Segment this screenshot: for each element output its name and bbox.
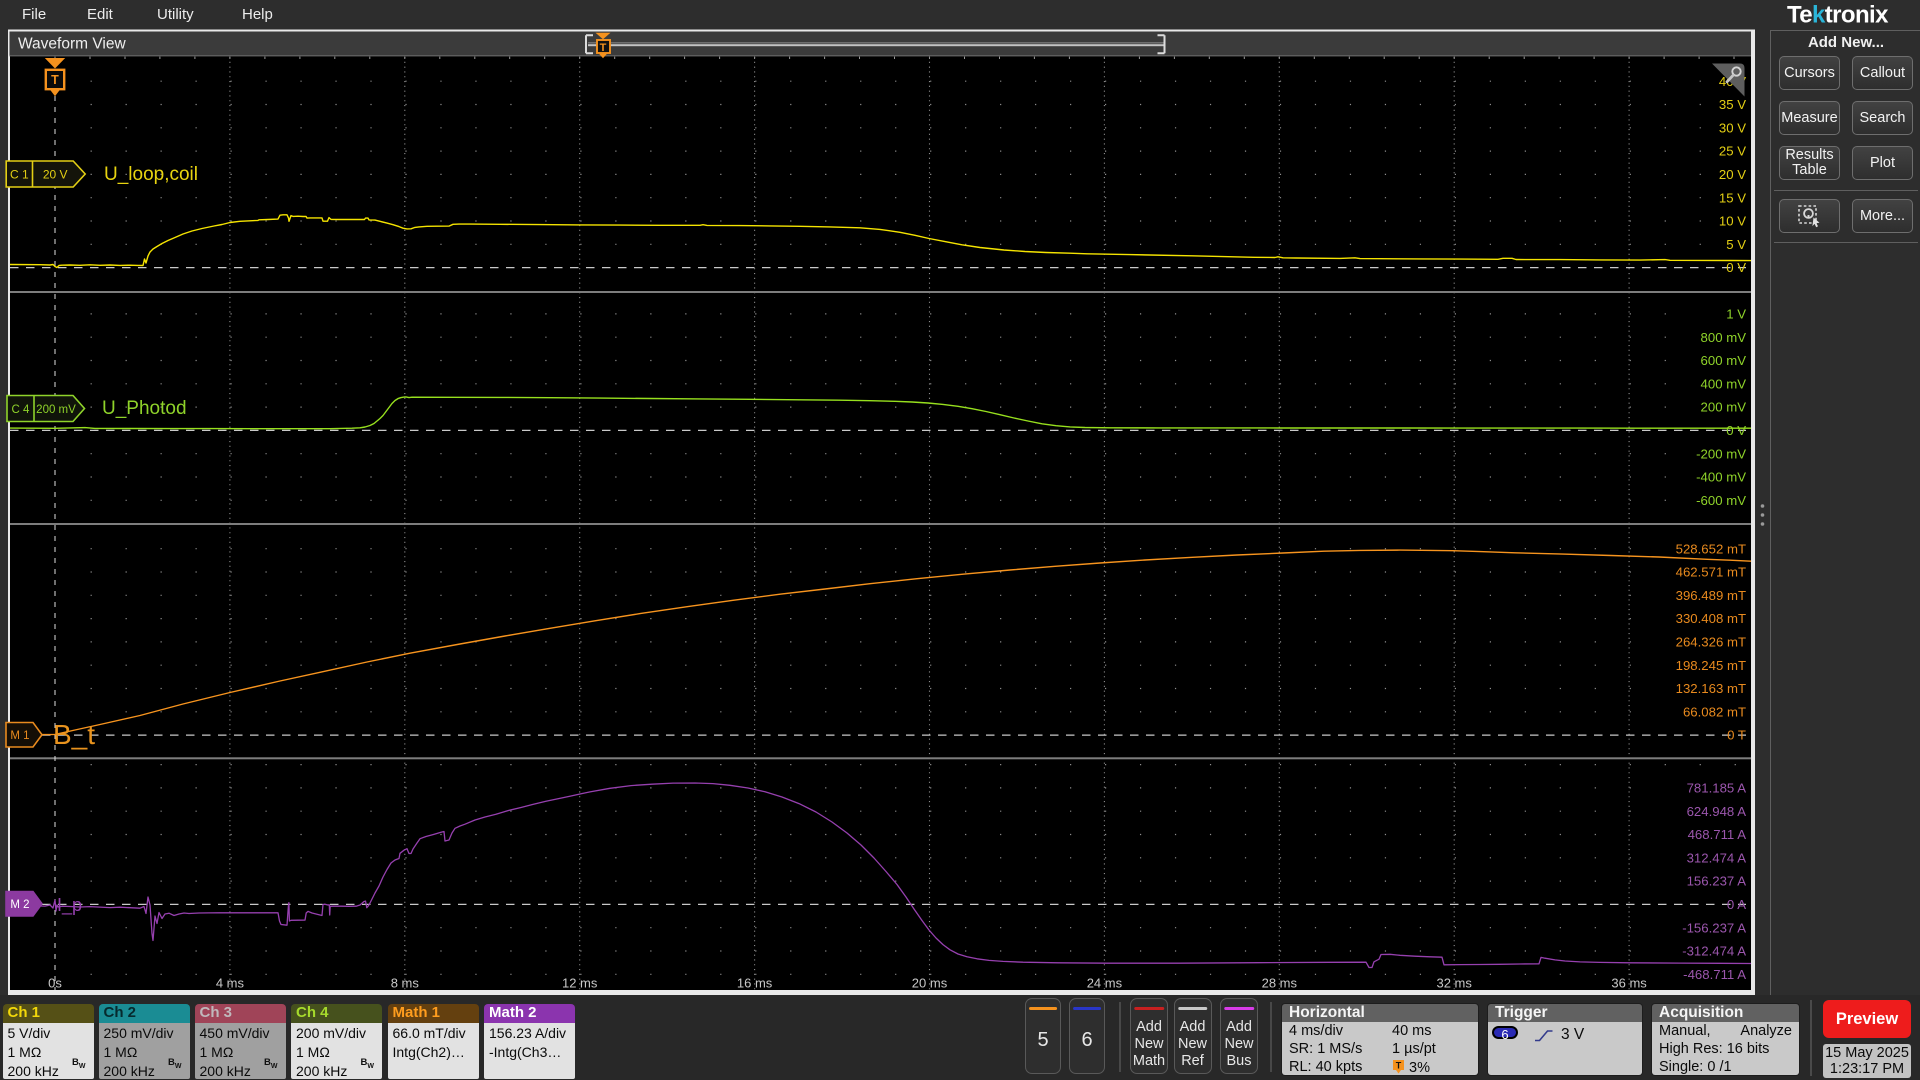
svg-text:800 mV: 800 mV xyxy=(1701,330,1747,345)
svg-text:I_p: I_p xyxy=(57,895,82,916)
svg-text:M 1: M 1 xyxy=(10,730,29,742)
svg-text:156.237 A: 156.237 A xyxy=(1687,874,1747,889)
svg-text:312.474 A: 312.474 A xyxy=(1687,850,1747,865)
svg-text:8 ms: 8 ms xyxy=(391,976,420,991)
svg-text:781.185 A: 781.185 A xyxy=(1687,781,1747,796)
svg-text:C 1: C 1 xyxy=(10,167,29,181)
svg-text:0 V: 0 V xyxy=(1726,423,1746,438)
svg-text:M 2: M 2 xyxy=(10,899,29,911)
svg-text:B_t: B_t xyxy=(53,719,95,750)
svg-text:5 V: 5 V xyxy=(1726,237,1746,252)
svg-text:32 ms: 32 ms xyxy=(1436,976,1472,991)
svg-text:36 ms: 36 ms xyxy=(1611,976,1647,991)
svg-text:12 ms: 12 ms xyxy=(562,976,598,991)
svg-text:200 mV: 200 mV xyxy=(36,404,76,416)
svg-text:10 V: 10 V xyxy=(1719,214,1746,229)
svg-text:U_Photod: U_Photod xyxy=(102,398,187,419)
svg-text:0s: 0s xyxy=(48,976,62,991)
svg-text:330.408 mT: 330.408 mT xyxy=(1676,611,1746,626)
svg-text:468.711 A: 468.711 A xyxy=(1688,827,1747,842)
svg-text:16 ms: 16 ms xyxy=(737,976,773,991)
svg-text:-468.711 A: -468.711 A xyxy=(1683,967,1746,982)
svg-text:624.948 A: 624.948 A xyxy=(1687,804,1747,819)
svg-text:1 V: 1 V xyxy=(1726,307,1746,322)
svg-text:4 ms: 4 ms xyxy=(216,976,245,991)
svg-text:T: T xyxy=(600,42,607,54)
svg-text:15 V: 15 V xyxy=(1719,190,1746,205)
svg-text:T: T xyxy=(51,73,59,87)
svg-text:132.163 mT: 132.163 mT xyxy=(1676,681,1746,696)
svg-text:C 4: C 4 xyxy=(12,404,31,416)
svg-text:198.245 mT: 198.245 mT xyxy=(1676,658,1746,673)
svg-text:28 ms: 28 ms xyxy=(1262,976,1298,991)
svg-text:200 mV: 200 mV xyxy=(1701,400,1747,415)
svg-text:35 V: 35 V xyxy=(1719,97,1746,112)
svg-text:600 mV: 600 mV xyxy=(1701,353,1747,368)
svg-text:20 V: 20 V xyxy=(1719,167,1746,182)
svg-text:528.652 mT: 528.652 mT xyxy=(1676,541,1746,556)
svg-text:-600 mV: -600 mV xyxy=(1696,493,1746,508)
svg-text:30 V: 30 V xyxy=(1719,120,1746,135)
svg-text:U_loop,coil: U_loop,coil xyxy=(104,164,198,185)
svg-text:264.326 mT: 264.326 mT xyxy=(1676,635,1746,650)
svg-text:66.082 mT: 66.082 mT xyxy=(1683,704,1746,719)
svg-text:20 V: 20 V xyxy=(43,167,68,181)
svg-text:400 mV: 400 mV xyxy=(1701,376,1747,391)
svg-text:-312.474 A: -312.474 A xyxy=(1682,944,1746,959)
svg-text:Waveform View: Waveform View xyxy=(18,36,126,53)
svg-text:0 T: 0 T xyxy=(1727,728,1746,743)
svg-text:20 ms: 20 ms xyxy=(912,976,948,991)
svg-text:0 V: 0 V xyxy=(1726,260,1746,275)
svg-text:0 A: 0 A xyxy=(1727,897,1746,912)
svg-text:-400 mV: -400 mV xyxy=(1696,470,1746,485)
svg-text:462.571 mT: 462.571 mT xyxy=(1676,565,1746,580)
svg-text:24 ms: 24 ms xyxy=(1087,976,1123,991)
svg-text:396.489 mT: 396.489 mT xyxy=(1676,588,1746,603)
svg-text:25 V: 25 V xyxy=(1719,144,1746,159)
svg-text:-200 mV: -200 mV xyxy=(1696,446,1746,461)
svg-text:-156.237 A: -156.237 A xyxy=(1682,920,1746,935)
